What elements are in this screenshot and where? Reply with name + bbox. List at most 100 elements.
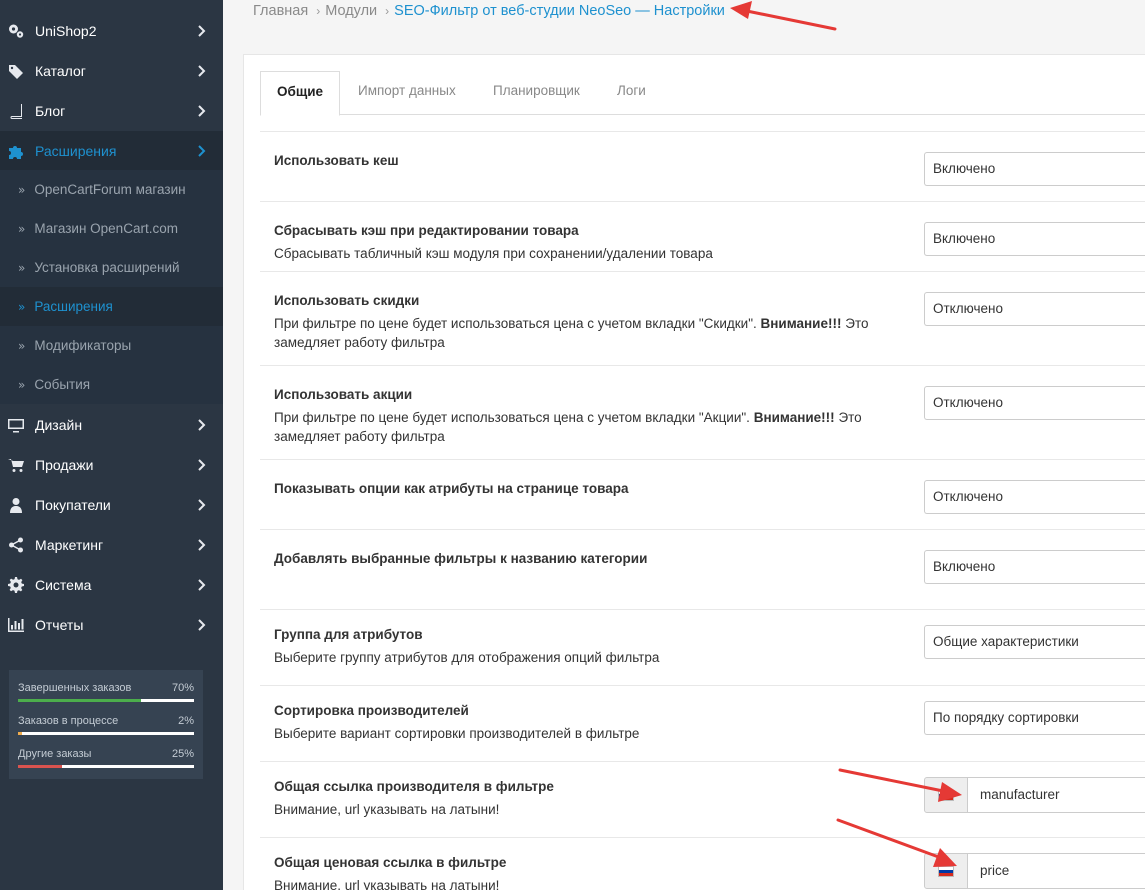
double-chevron-icon: »	[18, 299, 26, 314]
setting-row-price-url: Общая ценовая ссылка в фильтре Внимание,…	[260, 837, 1145, 890]
use-cache-select[interactable]: Включено	[924, 152, 1145, 186]
chevron-right-icon	[196, 578, 206, 592]
stat-label: Другие заказы	[18, 748, 92, 760]
language-flag-addon	[924, 777, 968, 813]
sidebar-item-marketing[interactable]: Маркетинг	[0, 525, 223, 565]
setting-title: Сортировка производителей	[274, 703, 469, 718]
options-as-attributes-select[interactable]: Отключено	[924, 480, 1145, 514]
description-warning: Внимание!!!	[760, 316, 842, 331]
setting-description: Выберите группу атрибутов для отображени…	[274, 650, 660, 665]
use-specials-select[interactable]: Отключено	[924, 386, 1145, 420]
sidebar-item-label: Каталог	[35, 63, 86, 79]
breadcrumb-separator-icon: ›	[316, 4, 321, 18]
setting-row-use-specials: Использовать акции При фильтре по цене б…	[260, 365, 1145, 459]
sidebar-subitem-label: OpenCartForum магазин	[34, 182, 186, 197]
gears-icon	[8, 23, 24, 39]
setting-title: Использовать скидки	[274, 293, 420, 308]
setting-row-reset-cache: Сбрасывать кэш при редактировании товара…	[260, 201, 1145, 271]
sidebar-subitem-opencartforum[interactable]: » OpenCartForum магазин	[0, 170, 223, 209]
sidebar-item-label: Маркетинг	[35, 537, 104, 553]
price-url-input-group: price	[924, 853, 1145, 889]
sidebar-subitem-label: События	[34, 377, 91, 392]
breadcrumb-modules-link[interactable]: Модули	[325, 3, 377, 19]
cart-icon	[8, 457, 24, 473]
stat-label: Завершенных заказов	[18, 682, 132, 694]
puzzle-icon	[8, 143, 24, 159]
double-chevron-icon: »	[18, 377, 26, 392]
tab-scheduler[interactable]: Планировщик	[477, 71, 596, 115]
setting-row-filters-in-category-name: Добавлять выбранные фильтры к названию к…	[260, 529, 1145, 599]
sidebar-item-blog[interactable]: Блог	[0, 91, 223, 131]
setting-row-use-cache: Использовать кеш Включено	[260, 131, 1145, 201]
sidebar-item-label: Покупатели	[35, 497, 111, 513]
breadcrumb-home-link[interactable]: Главная	[253, 3, 308, 19]
chevron-right-icon	[196, 64, 206, 78]
setting-description: При фильтре по цене будет использоваться…	[274, 314, 894, 352]
annotation-arrow-icon	[730, 1, 837, 31]
setting-description: При фильтре по цене будет использоваться…	[274, 408, 894, 446]
progress-bar	[18, 732, 194, 735]
sidebar-item-system[interactable]: Система	[0, 565, 223, 605]
share-icon	[8, 537, 24, 553]
setting-description: Сбрасывать табличный кэш модуля при сохр…	[274, 246, 713, 261]
sidebar-item-extensions[interactable]: Расширения	[0, 131, 223, 171]
setting-title: Сбрасывать кэш при редактировании товара	[274, 223, 579, 238]
sidebar-subitem-label: Расширения	[34, 299, 113, 314]
user-icon	[8, 497, 24, 513]
sidebar-item-label: Отчеты	[35, 617, 84, 633]
double-chevron-icon: »	[18, 260, 26, 275]
description-text: При фильтре по цене будет использоваться…	[274, 316, 757, 331]
tab-import[interactable]: Импорт данных	[342, 71, 472, 115]
filters-in-category-name-select[interactable]: Включено	[924, 550, 1145, 584]
monitor-icon	[8, 417, 24, 433]
sidebar-item-label: UniShop2	[35, 23, 97, 39]
sidebar-subitem-installer[interactable]: » Установка расширений	[0, 248, 223, 287]
setting-row-attribute-group: Группа для атрибутов Выберите группу атр…	[260, 609, 1145, 685]
sidebar-subitem-events[interactable]: » События	[0, 365, 223, 404]
order-stats-panel: Завершенных заказов 70% Заказов в процес…	[9, 670, 203, 779]
sidebar-subitem-label: Модификаторы	[34, 338, 132, 353]
breadcrumb-current-link[interactable]: SEO-Фильтр от веб-студии NeoSeo — Настро…	[394, 3, 725, 19]
price-url-input[interactable]: price	[967, 853, 1145, 889]
chevron-right-icon	[196, 538, 206, 552]
chevron-right-icon	[196, 24, 206, 38]
sidebar-item-label: Расширения	[35, 143, 117, 159]
attribute-group-select[interactable]: Общие характеристики	[924, 625, 1145, 659]
chevron-right-icon	[196, 144, 206, 158]
sidebar-item-unishop2[interactable]: UniShop2	[0, 11, 223, 51]
sidebar-subitem-opencart-store[interactable]: » Магазин OpenCart.com	[0, 209, 223, 248]
sidebar-subitem-modifications[interactable]: » Модификаторы	[0, 326, 223, 365]
tags-icon	[8, 63, 24, 79]
sidebar-subitem-label: Магазин OpenCart.com	[34, 221, 178, 236]
tab-logs[interactable]: Логи	[601, 71, 662, 115]
progress-bar	[18, 765, 194, 768]
tab-general[interactable]: Общие	[260, 71, 340, 116]
description-text: При фильтре по цене будет использоваться…	[274, 410, 750, 425]
bar-chart-icon	[8, 617, 24, 633]
stat-percent: 70%	[171, 682, 194, 694]
sidebar-item-customers[interactable]: Покупатели	[0, 485, 223, 525]
reset-cache-select[interactable]: Включено	[924, 222, 1145, 256]
sidebar-item-sales[interactable]: Продажи	[0, 445, 223, 485]
manufacturer-url-input-group: manufacturer	[924, 777, 1145, 813]
sidebar-item-reports[interactable]: Отчеты	[0, 605, 223, 645]
sidebar-item-design[interactable]: Дизайн	[0, 405, 223, 445]
setting-title: Группа для атрибутов	[274, 627, 423, 642]
progress-fill	[18, 699, 142, 702]
progress-fill	[18, 765, 62, 768]
setting-title: Общая ссылка производителя в фильтре	[274, 779, 554, 794]
manufacturer-sort-select[interactable]: По порядку сортировки	[924, 701, 1145, 735]
double-chevron-icon: »	[18, 338, 26, 353]
sidebar-item-catalog[interactable]: Каталог	[0, 51, 223, 91]
sidebar-subitem-label: Установка расширений	[34, 260, 180, 275]
manufacturer-url-input[interactable]: manufacturer	[967, 777, 1145, 813]
setting-row-use-discounts: Использовать скидки При фильтре по цене …	[260, 271, 1145, 365]
chevron-right-icon	[196, 418, 206, 432]
tab-bar: Общие Импорт данных Планировщик Логи	[260, 71, 1145, 116]
stat-percent: 25%	[171, 748, 194, 760]
use-discounts-select[interactable]: Отключено	[924, 292, 1145, 326]
sidebar-item-label: Блог	[35, 103, 66, 119]
chevron-right-icon	[196, 458, 206, 472]
setting-title: Использовать кеш	[274, 153, 399, 168]
sidebar-subitem-extensions[interactable]: » Расширения	[0, 287, 223, 326]
